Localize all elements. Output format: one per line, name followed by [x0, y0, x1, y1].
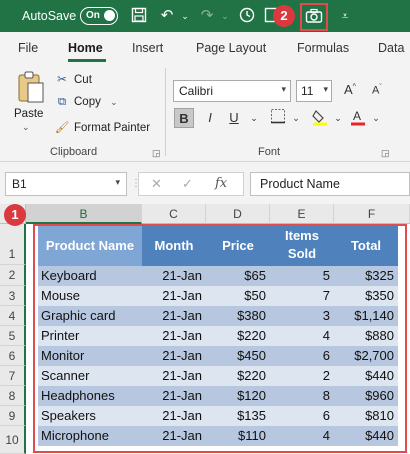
copy-icon: ⧉ — [57, 96, 67, 108]
ribbon-home: Paste ⌄ ✂ Cut ⧉ Copy ⌄ 🖌 Format Painter Cli… — [0, 62, 410, 162]
column-header-b[interactable]: B — [26, 204, 142, 224]
tab-home[interactable]: Home — [68, 41, 103, 55]
table-highlight-box — [33, 224, 407, 453]
redo-chevron-icon[interactable]: ⌄ — [216, 7, 234, 25]
tab-formulas[interactable]: Formulas — [297, 41, 349, 55]
title-bar: AutoSave On ↶ ⌄ ↷ ⌄ 2 ⩡ — [0, 0, 410, 32]
row-header-7[interactable]: 7 — [0, 366, 26, 386]
row-header-9[interactable]: 9 — [0, 406, 26, 426]
row-header-10[interactable]: 10 — [0, 426, 26, 454]
name-box-chevron-icon: ▾ — [115, 177, 120, 187]
autosave-state: On — [86, 9, 100, 21]
row-header-2[interactable]: 2 — [0, 265, 26, 286]
column-header-f[interactable]: F — [334, 204, 410, 224]
format-painter-button[interactable]: 🖌 Format Painter — [54, 120, 150, 134]
redo-icon[interactable]: ↷ — [198, 7, 216, 25]
column-header-d[interactable]: D — [206, 204, 270, 224]
tab-file[interactable]: File — [18, 41, 38, 55]
formula-bar: B1 ▾ ⋮ ✕ ✓ fx Product Name — [0, 162, 410, 204]
decrease-font-size-icon[interactable]: Aˇ — [372, 84, 382, 97]
borders-chevron-icon[interactable]: ⌄ — [286, 108, 306, 128]
underline-chevron-icon[interactable]: ⌄ — [244, 108, 264, 128]
paste-button[interactable]: Paste — [14, 108, 43, 120]
format-painter-label: Format Painter — [74, 122, 151, 134]
tab-page-layout[interactable]: Page Layout — [196, 41, 266, 55]
copy-label: Copy — [74, 96, 101, 108]
font-family-value: Calibri — [179, 84, 214, 98]
worksheet-grid: B C D E F 1 2 3 4 5 6 7 8 9 10 Product N… — [0, 204, 410, 454]
cancel-icon[interactable]: ✕ — [151, 176, 162, 192]
font-size-value: 11 — [301, 84, 314, 98]
bold-button[interactable]: B — [174, 108, 194, 128]
tab-insert[interactable]: Insert — [132, 41, 163, 55]
row-header-8[interactable]: 8 — [0, 386, 26, 406]
column-header-c[interactable]: C — [142, 204, 206, 224]
toggle-knob — [104, 10, 115, 21]
fill-color-icon[interactable] — [310, 108, 330, 128]
formula-buttons: ✕ ✓ fx — [138, 172, 244, 196]
callout-badge-1: 1 — [4, 204, 26, 226]
row-header-5[interactable]: 5 — [0, 326, 26, 346]
underline-button[interactable]: U — [224, 108, 244, 128]
font-color-icon[interactable]: A — [348, 108, 368, 128]
save-icon[interactable] — [130, 7, 148, 25]
undo-icon[interactable]: ↶ — [158, 7, 176, 25]
font-launcher-icon[interactable]: ◲ — [381, 148, 390, 159]
font-family-select[interactable]: Calibri ▾ — [173, 80, 291, 102]
scissors-icon: ✂ — [57, 74, 67, 86]
callout-badge-2: 2 — [273, 5, 295, 27]
copy-button[interactable]: ⧉ Copy ⌄ — [54, 96, 118, 109]
svg-text:A: A — [353, 109, 361, 123]
font-color-chevron-icon[interactable]: ⌄ — [366, 108, 386, 128]
font-size-select[interactable]: 11 ▾ — [296, 80, 332, 102]
camera-icon[interactable] — [305, 8, 323, 26]
column-header-e[interactable]: E — [270, 204, 334, 224]
autosave-toggle[interactable]: On — [80, 7, 118, 25]
customize-icon[interactable]: ⩡ — [336, 7, 354, 25]
undo-chevron-icon[interactable]: ⌄ — [176, 7, 194, 25]
insert-function-icon[interactable]: fx — [215, 176, 227, 191]
group-divider — [165, 68, 166, 156]
name-box-value: B1 — [12, 177, 27, 191]
font-family-chevron-icon: ▾ — [281, 84, 286, 94]
row-header-6[interactable]: 6 — [0, 346, 26, 366]
font-group-label: Font — [258, 146, 281, 158]
font-size-chevron-icon: ▾ — [323, 84, 328, 94]
borders-icon[interactable] — [268, 108, 288, 128]
autosave-label: AutoSave — [22, 9, 77, 23]
clipboard-launcher-icon[interactable]: ◲ — [152, 148, 161, 159]
copy-chevron-icon[interactable]: ⌄ — [110, 97, 118, 107]
enter-icon[interactable]: ✓ — [182, 176, 193, 192]
ribbon-tabs: File Home Insert Page Layout Formulas Da… — [0, 32, 410, 62]
tab-data[interactable]: Data — [378, 41, 404, 55]
italic-button[interactable]: I — [200, 108, 220, 128]
name-box[interactable]: B1 ▾ — [5, 172, 127, 196]
cut-label: Cut — [74, 74, 92, 86]
row-header-4[interactable]: 4 — [0, 306, 26, 326]
paintbrush-icon: 🖌 — [54, 122, 70, 134]
formula-input[interactable]: Product Name — [250, 172, 410, 196]
row-header-1[interactable]: 1 — [0, 224, 26, 265]
increase-font-size-icon[interactable]: A^ — [344, 82, 356, 97]
paste-icon[interactable] — [16, 70, 46, 104]
row-header-3[interactable]: 3 — [0, 286, 26, 306]
fill-color-chevron-icon[interactable]: ⌄ — [328, 108, 348, 128]
clipboard-group-label: Clipboard — [50, 146, 98, 158]
clock-icon[interactable] — [238, 7, 256, 25]
cut-button[interactable]: ✂ Cut — [54, 72, 92, 86]
paste-chevron-icon[interactable]: ⌄ — [22, 122, 30, 133]
